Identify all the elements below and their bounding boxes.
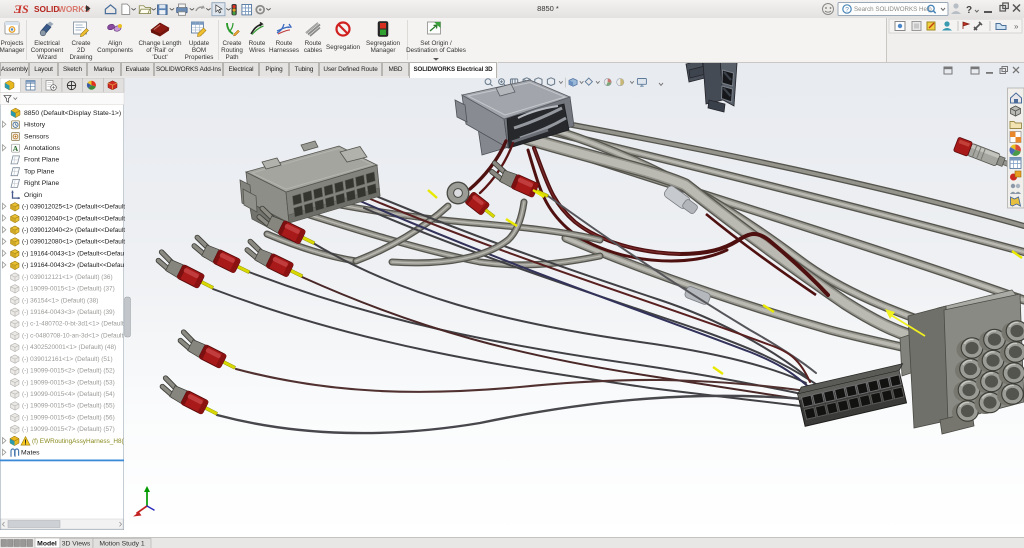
svg-text:(f) EWRoutingAssyHarness_H8(: (f) EWRoutingAssyHarness_H8(	[32, 438, 124, 445]
svg-text:Component: Component	[31, 47, 64, 54]
svg-text:!: !	[24, 439, 26, 446]
svg-text:Components: Components	[97, 47, 133, 54]
svg-text:(-) 039012025<1> (Default<<Def: (-) 039012025<1> (Default<<Default	[22, 204, 125, 211]
svg-text:Top Plane: Top Plane	[24, 169, 54, 176]
svg-text:Routing: Routing	[221, 47, 243, 54]
svg-text:(-) 039012040<1> (Default<<Def: (-) 039012040<1> (Default<<Default	[22, 215, 125, 222]
svg-text:2D: 2D	[77, 47, 86, 54]
svg-text:Route: Route	[276, 40, 293, 47]
svg-text:(-) 19099-0015<7> (Default) (5: (-) 19099-0015<7> (Default) (57)	[22, 426, 115, 433]
svg-text:Projects: Projects	[1, 40, 24, 47]
svg-text:Manager: Manager	[371, 47, 396, 54]
svg-text:Mates: Mates	[21, 450, 40, 457]
svg-text:Change Length: Change Length	[138, 40, 182, 47]
svg-text:(-) 4302520001<1> (Default) (4: (-) 4302520001<1> (Default) (48)	[22, 344, 116, 351]
svg-text:»: »	[1014, 22, 1019, 31]
svg-text:(-) 19099-0015<2> (Default) (5: (-) 19099-0015<2> (Default) (52)	[22, 368, 115, 375]
svg-text:of 'Rail' or: of 'Rail' or	[146, 47, 174, 54]
svg-text:Manager: Manager	[0, 47, 24, 54]
svg-text:Electrical: Electrical	[34, 40, 60, 47]
svg-text:Route: Route	[305, 40, 322, 47]
svg-text:Update: Update	[189, 40, 210, 47]
svg-text:(-) 039012121<1> (Default) (36: (-) 039012121<1> (Default) (36)	[22, 274, 113, 281]
svg-text:Wizard: Wizard	[37, 54, 57, 61]
svg-text:(-) c-0480708-10-an-3d<1> (Def: (-) c-0480708-10-an-3d<1> (Default	[22, 332, 123, 339]
svg-text:Create: Create	[223, 40, 242, 47]
svg-text:(-) 19099-0015<3> (Default) (5: (-) 19099-0015<3> (Default) (53)	[22, 379, 115, 386]
svg-text:Front Plane: Front Plane	[24, 157, 59, 164]
svg-text:8850 (Default<Display State-1: 8850 (Default<Display State-1>)	[24, 110, 121, 117]
svg-text:(-) 19099-0015<6> (Default) (5: (-) 19099-0015<6> (Default) (56)	[22, 414, 115, 421]
svg-text:Wires: Wires	[249, 47, 265, 54]
svg-text:Segregation: Segregation	[366, 40, 400, 47]
svg-text:Sensors: Sensors	[24, 133, 50, 140]
svg-text:(-) 039012080<1> (Default<<Def: (-) 039012080<1> (Default<<Default	[22, 239, 125, 246]
svg-text:Set Origin /: Set Origin /	[420, 40, 452, 47]
svg-text:A: A	[13, 144, 19, 153]
svg-text:(-) c-1-480702-0-bt-3d1<1> (De: (-) c-1-480702-0-bt-3d1<1> (Default	[22, 321, 124, 328]
svg-text:Create: Create	[72, 40, 91, 47]
svg-text:BOM: BOM	[192, 47, 206, 54]
svg-text:Destination of Cables: Destination of Cables	[406, 47, 466, 54]
svg-text:Route: Route	[249, 40, 266, 47]
svg-text:Right Plane: Right Plane	[24, 180, 59, 187]
svg-text:(-) 19164-0043<1> (Default<<De: (-) 19164-0043<1> (Default<<Defau	[22, 251, 124, 258]
svg-text:(-) 039012161<1> (Default) (51: (-) 039012161<1> (Default) (51)	[22, 356, 113, 363]
svg-text:(-) 039012040<2> (Default<<Def: (-) 039012040<2> (Default<<Default	[22, 227, 125, 234]
svg-text:(-) 19164-0043<2> (Default<<De: (-) 19164-0043<2> (Default<<Defau	[22, 262, 124, 269]
svg-text:Properties: Properties	[185, 54, 214, 61]
svg-text:Path: Path	[226, 54, 239, 61]
svg-text:Drawing: Drawing	[69, 54, 93, 61]
svg-text:Align: Align	[108, 40, 122, 47]
svg-text:(-) 19164-0043<3> (Default) (3: (-) 19164-0043<3> (Default) (39)	[22, 309, 115, 316]
svg-text:Harnesses: Harnesses	[269, 47, 299, 54]
svg-text:(-) 19099-0015<1> (Default) (3: (-) 19099-0015<1> (Default) (37)	[22, 286, 115, 293]
svg-text:(-) 36154<1> (Default) (38): (-) 36154<1> (Default) (38)	[22, 297, 98, 304]
svg-text:History: History	[24, 122, 46, 129]
svg-text:Origin: Origin	[24, 192, 42, 199]
svg-text:Annotations: Annotations	[24, 145, 61, 152]
svg-text:'Duct': 'Duct'	[152, 54, 167, 61]
svg-text:Segregation: Segregation	[326, 44, 360, 51]
svg-text:(-) 19099-0015<4> (Default) (5: (-) 19099-0015<4> (Default) (54)	[22, 391, 115, 398]
svg-text:(-) 19099-0015<5> (Default) (5: (-) 19099-0015<5> (Default) (55)	[22, 403, 115, 410]
svg-text:cables: cables	[304, 47, 322, 54]
